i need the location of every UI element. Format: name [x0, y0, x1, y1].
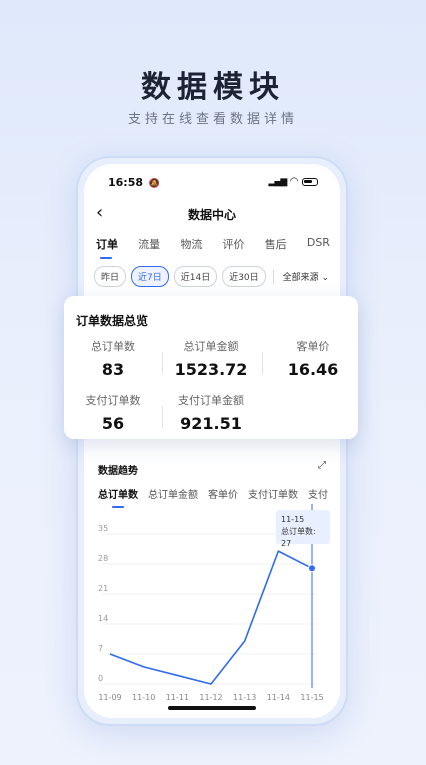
hero-subtitle: 支持在线查看数据详情 [127, 112, 298, 127]
status-time: 16:58 🔕 [108, 176, 161, 189]
metric-total-orders: 总订单数 83 [76, 338, 150, 379]
metric-label: 客单价 [296, 340, 330, 353]
metric-total-amount: 总订单金额 1523.72 [168, 338, 254, 379]
y-tick-label: 21 [98, 584, 108, 593]
divider [272, 269, 274, 284]
expand-icon[interactable]: ⤢ [318, 460, 326, 471]
x-tick-label: 11-10 [132, 693, 155, 702]
trend-tab-2[interactable]: 客单价 [208, 486, 238, 501]
metric-label: 总订单金额 [183, 340, 239, 353]
tab-3[interactable]: 评价 [223, 236, 245, 252]
metric-value: 83 [101, 360, 125, 379]
bell-slash-icon: 🔕 [148, 179, 161, 189]
metric-avg-price: 客单价 16.46 [270, 338, 356, 379]
overview-title: 订单数据总览 [76, 314, 149, 328]
y-tick-label: 14 [98, 614, 108, 623]
tooltip-value: 总订单数: 27 [281, 527, 316, 548]
x-tick-label: 11-14 [267, 693, 290, 702]
date-chip-1[interactable]: 近7日 [131, 266, 169, 287]
source-label: 全部来源 [282, 273, 319, 283]
tab-0[interactable]: 订单 [96, 236, 118, 259]
tab-4[interactable]: 售后 [265, 236, 287, 252]
x-tick-label: 11-15 [300, 693, 323, 702]
metric-paid-amount: 支付订单金额 921.51 [168, 392, 254, 433]
trend-tab-0[interactable]: 总订单数 [98, 486, 138, 508]
signal-icon: ▂▄▆ [268, 176, 288, 187]
y-tick-label: 7 [98, 644, 103, 653]
phone-screen: 16:58 🔕 ▂▄▆ ◠ ‹ 数据中心 订单 流量 物流 评价 售后 DSR 昨日 近7日… [84, 164, 340, 718]
trend-tabs: 总订单数 总订单金额 客单价 支付订单数 支付 [98, 486, 328, 508]
date-filter: 昨日 近7日 近14日 近30日 全部来源 ⌄ [94, 266, 329, 287]
metric-label: 支付订单金额 [178, 394, 244, 407]
source-dropdown[interactable]: 全部来源 ⌄ [283, 270, 329, 283]
divider [162, 352, 163, 374]
trend-tab-3[interactable]: 支付订单数 [248, 486, 298, 501]
trend-title: 数据趋势 [98, 466, 138, 477]
metric-paid-orders: 支付订单数 56 [76, 392, 150, 433]
battery-icon [302, 177, 318, 186]
x-tick-label: 11-09 [98, 693, 121, 702]
chevron-down-icon: ⌄ [321, 273, 330, 283]
x-tick-label: 11-12 [199, 693, 222, 702]
x-tick-label: 11-11 [166, 693, 189, 702]
tab-5[interactable]: DSR [307, 236, 330, 252]
status-icons: ▂▄▆ ◠ [269, 176, 318, 187]
home-indicator [168, 706, 256, 710]
highlight-point [308, 564, 316, 573]
y-tick-label: 28 [98, 554, 108, 563]
y-tick-label: 35 [98, 524, 108, 533]
date-chip-0[interactable]: 昨日 [94, 266, 127, 287]
trend-tab-1[interactable]: 总订单金额 [148, 486, 198, 501]
hero-title: 数据模块 [141, 70, 285, 105]
main-tabs: 订单 流量 物流 评价 售后 DSR [96, 236, 330, 259]
chart-tooltip: 11-15 总订单数: 27 [276, 510, 330, 548]
metric-value: 56 [101, 414, 125, 433]
tab-1[interactable]: 流量 [138, 236, 160, 252]
page-title: 数据中心 [187, 208, 236, 222]
tooltip-date: 11-15 [281, 515, 305, 524]
trend-tab-4[interactable]: 支付 [308, 486, 328, 501]
metric-value: 1523.72 [174, 360, 248, 379]
divider [262, 352, 263, 374]
x-tick-label: 11-13 [233, 693, 256, 702]
metric-label: 总订单数 [91, 340, 135, 353]
tab-2[interactable]: 物流 [180, 236, 202, 252]
wifi-icon: ◠ [290, 176, 298, 187]
metric-value: 921.51 [180, 414, 242, 433]
y-tick-label: 0 [98, 674, 103, 683]
order-overview-card: 订单数据总览 总订单数 83 总订单金额 1523.72 客单价 16.46 支… [64, 296, 358, 439]
metric-value: 16.46 [287, 360, 339, 379]
date-chip-3[interactable]: 近30日 [222, 266, 266, 287]
divider [162, 406, 163, 428]
date-chip-2[interactable]: 近14日 [173, 266, 218, 287]
metric-label: 支付订单数 [85, 394, 141, 407]
series-line [109, 550, 313, 685]
